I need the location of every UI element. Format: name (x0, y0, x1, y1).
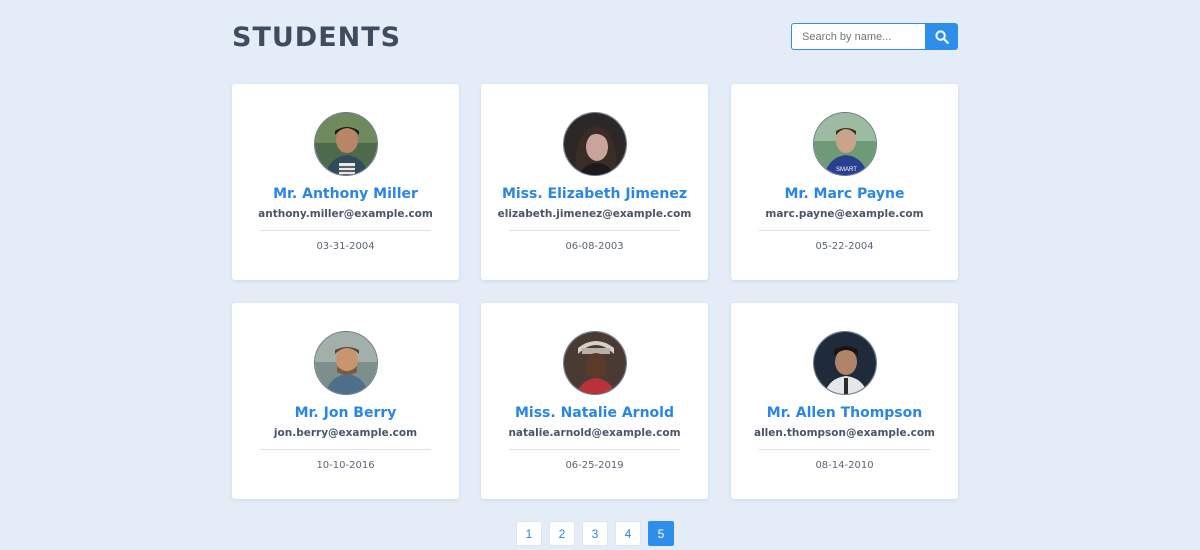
student-card[interactable]: Mr. Allen Thompson allen.thompson@exampl… (731, 303, 958, 499)
student-email: jon.berry@example.com (273, 427, 418, 439)
page-button-5-current[interactable]: 5 (648, 521, 674, 546)
student-card[interactable]: Mr. Jon Berry jon.berry@example.com 10-1… (232, 303, 459, 499)
student-card[interactable]: Miss. Elizabeth Jimenez elizabeth.jimene… (481, 84, 708, 280)
student-card[interactable]: Miss. Natalie Arnold natalie.arnold@exam… (481, 303, 708, 499)
search-input[interactable] (791, 23, 925, 50)
student-card[interactable]: Mr. Anthony Miller anthony.miller@exampl… (232, 84, 459, 280)
divider (759, 449, 930, 450)
avatar (812, 331, 877, 395)
student-name[interactable]: Mr. Allen Thompson (731, 405, 958, 421)
header: STUDENTS (232, 22, 958, 53)
student-name[interactable]: Miss. Elizabeth Jimenez (481, 186, 708, 202)
avatar (562, 331, 627, 395)
search-button[interactable] (925, 23, 958, 50)
divider (260, 230, 431, 231)
student-dob: 06-25-2019 (565, 460, 624, 471)
student-email: natalie.arnold@example.com (508, 427, 681, 439)
divider (509, 230, 680, 231)
student-name[interactable]: Miss. Natalie Arnold (481, 405, 708, 421)
student-name[interactable]: Mr. Marc Payne (731, 186, 958, 202)
search-bar (791, 23, 958, 50)
avatar (562, 112, 627, 176)
page-button-3[interactable]: 3 (582, 521, 608, 546)
student-dob: 06-08-2003 (565, 241, 624, 252)
search-icon (934, 29, 949, 44)
pagination: 1 2 3 4 5 (516, 521, 674, 546)
students-page: STUDENTS Search by name... Mr. Anthony M… (0, 0, 1200, 550)
student-dob: 03-31-2004 (316, 241, 375, 252)
student-email: allen.thompson@example.com (754, 427, 935, 439)
student-email: anthony.miller@example.com (258, 208, 433, 220)
student-email: elizabeth.jimenez@example.com (497, 208, 692, 220)
avatar (313, 331, 378, 395)
page-button-1[interactable]: 1 (516, 521, 542, 546)
student-email: marc.payne@example.com (765, 208, 924, 220)
page-title: STUDENTS (232, 22, 402, 53)
student-name[interactable]: Mr. Jon Berry (232, 405, 459, 421)
svg-text:SMART: SMART (836, 167, 857, 173)
divider (759, 230, 930, 231)
student-dob: 05-22-2004 (815, 241, 874, 252)
avatar (313, 112, 378, 176)
avatar: SMART (812, 112, 877, 176)
student-card[interactable]: SMART Mr. Marc Payne marc.payne@example.… (731, 84, 958, 280)
divider (260, 449, 431, 450)
divider (509, 449, 680, 450)
page-button-4[interactable]: 4 (615, 521, 641, 546)
student-name[interactable]: Mr. Anthony Miller (232, 186, 459, 202)
page-button-2[interactable]: 2 (549, 521, 575, 546)
student-dob: 10-10-2016 (316, 460, 375, 471)
student-dob: 08-14-2010 (815, 460, 874, 471)
